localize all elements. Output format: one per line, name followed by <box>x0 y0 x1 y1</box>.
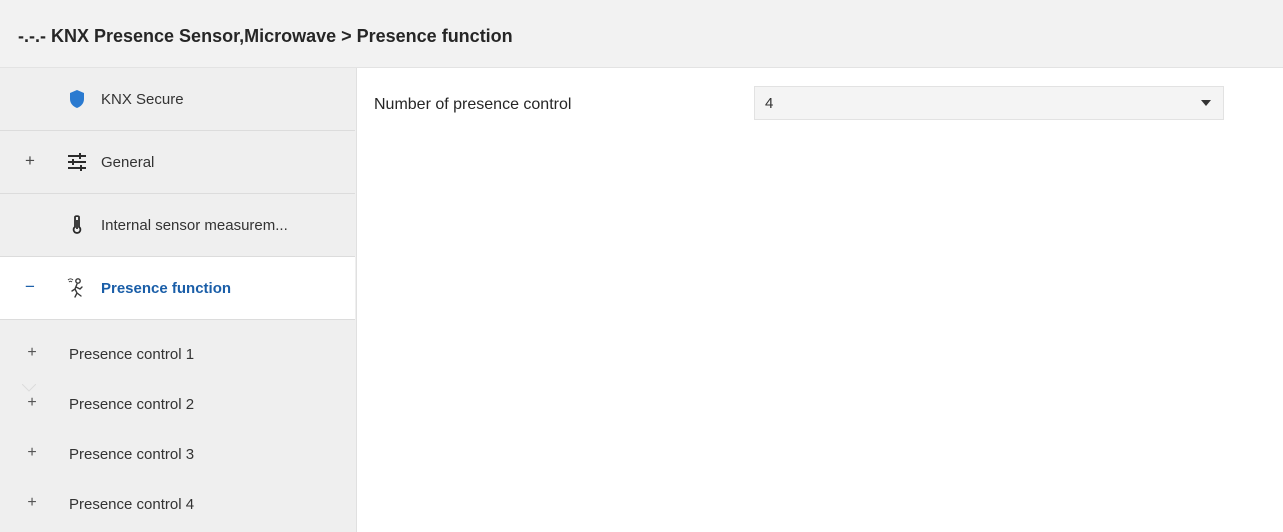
minus-icon[interactable]: − <box>22 278 38 295</box>
shield-icon <box>66 88 88 110</box>
sidebar-subitem-label: Presence control 3 <box>69 446 195 463</box>
sidebar-item-label: Presence function <box>101 280 232 297</box>
sidebar-subitem-presence-control-3[interactable]: + Presence control 3 <box>0 430 355 480</box>
plus-icon[interactable]: + <box>25 495 39 511</box>
plus-icon[interactable]: + <box>25 395 39 411</box>
sidebar-subitem-label: Presence control 4 <box>69 496 195 513</box>
parameter-panel: Number of presence control 4 <box>358 68 1283 532</box>
sidebar-subitem-presence-control-2[interactable]: + Presence control 2 <box>0 380 355 430</box>
sliders-icon <box>66 151 88 173</box>
sidebar-item-presence-function[interactable]: − Presence function <box>0 257 355 320</box>
sidebar-subitem-presence-control-1[interactable]: + Presence control 1 <box>0 330 355 380</box>
sidebar-item-internal-sensor[interactable]: Internal sensor measurem... <box>0 194 355 257</box>
sidebar: KNX Secure + General Internal sensor mea… <box>0 68 357 532</box>
thermometer-icon <box>66 214 88 236</box>
breadcrumb: -.-.- KNX Presence Sensor,Microwave > Pr… <box>18 26 513 46</box>
sidebar-item-knx-secure[interactable]: KNX Secure <box>0 68 355 131</box>
sidebar-subitem-presence-control-4[interactable]: + Presence control 4 <box>0 480 355 530</box>
plus-icon[interactable]: + <box>22 152 38 169</box>
sidebar-item-label: Internal sensor measurem... <box>101 217 288 234</box>
chevron-down-icon <box>1201 100 1211 106</box>
sidebar-item-label: KNX Secure <box>101 91 184 108</box>
plus-icon[interactable]: + <box>25 445 39 461</box>
person-walking-icon <box>66 277 88 299</box>
expander <box>22 90 38 106</box>
select-value: 4 <box>765 95 774 112</box>
sidebar-subitem-label: Presence control 1 <box>69 346 195 363</box>
param-label: Number of presence control <box>374 96 572 113</box>
presence-control-count-select[interactable]: 4 <box>754 86 1224 120</box>
expander <box>22 216 38 232</box>
plus-icon[interactable]: + <box>25 345 39 361</box>
sidebar-item-general[interactable]: + General <box>0 131 355 194</box>
title-bar: -.-.- KNX Presence Sensor,Microwave > Pr… <box>0 0 1283 68</box>
sidebar-subitem-label: Presence control 2 <box>69 396 195 413</box>
sidebar-item-label: General <box>101 154 155 171</box>
